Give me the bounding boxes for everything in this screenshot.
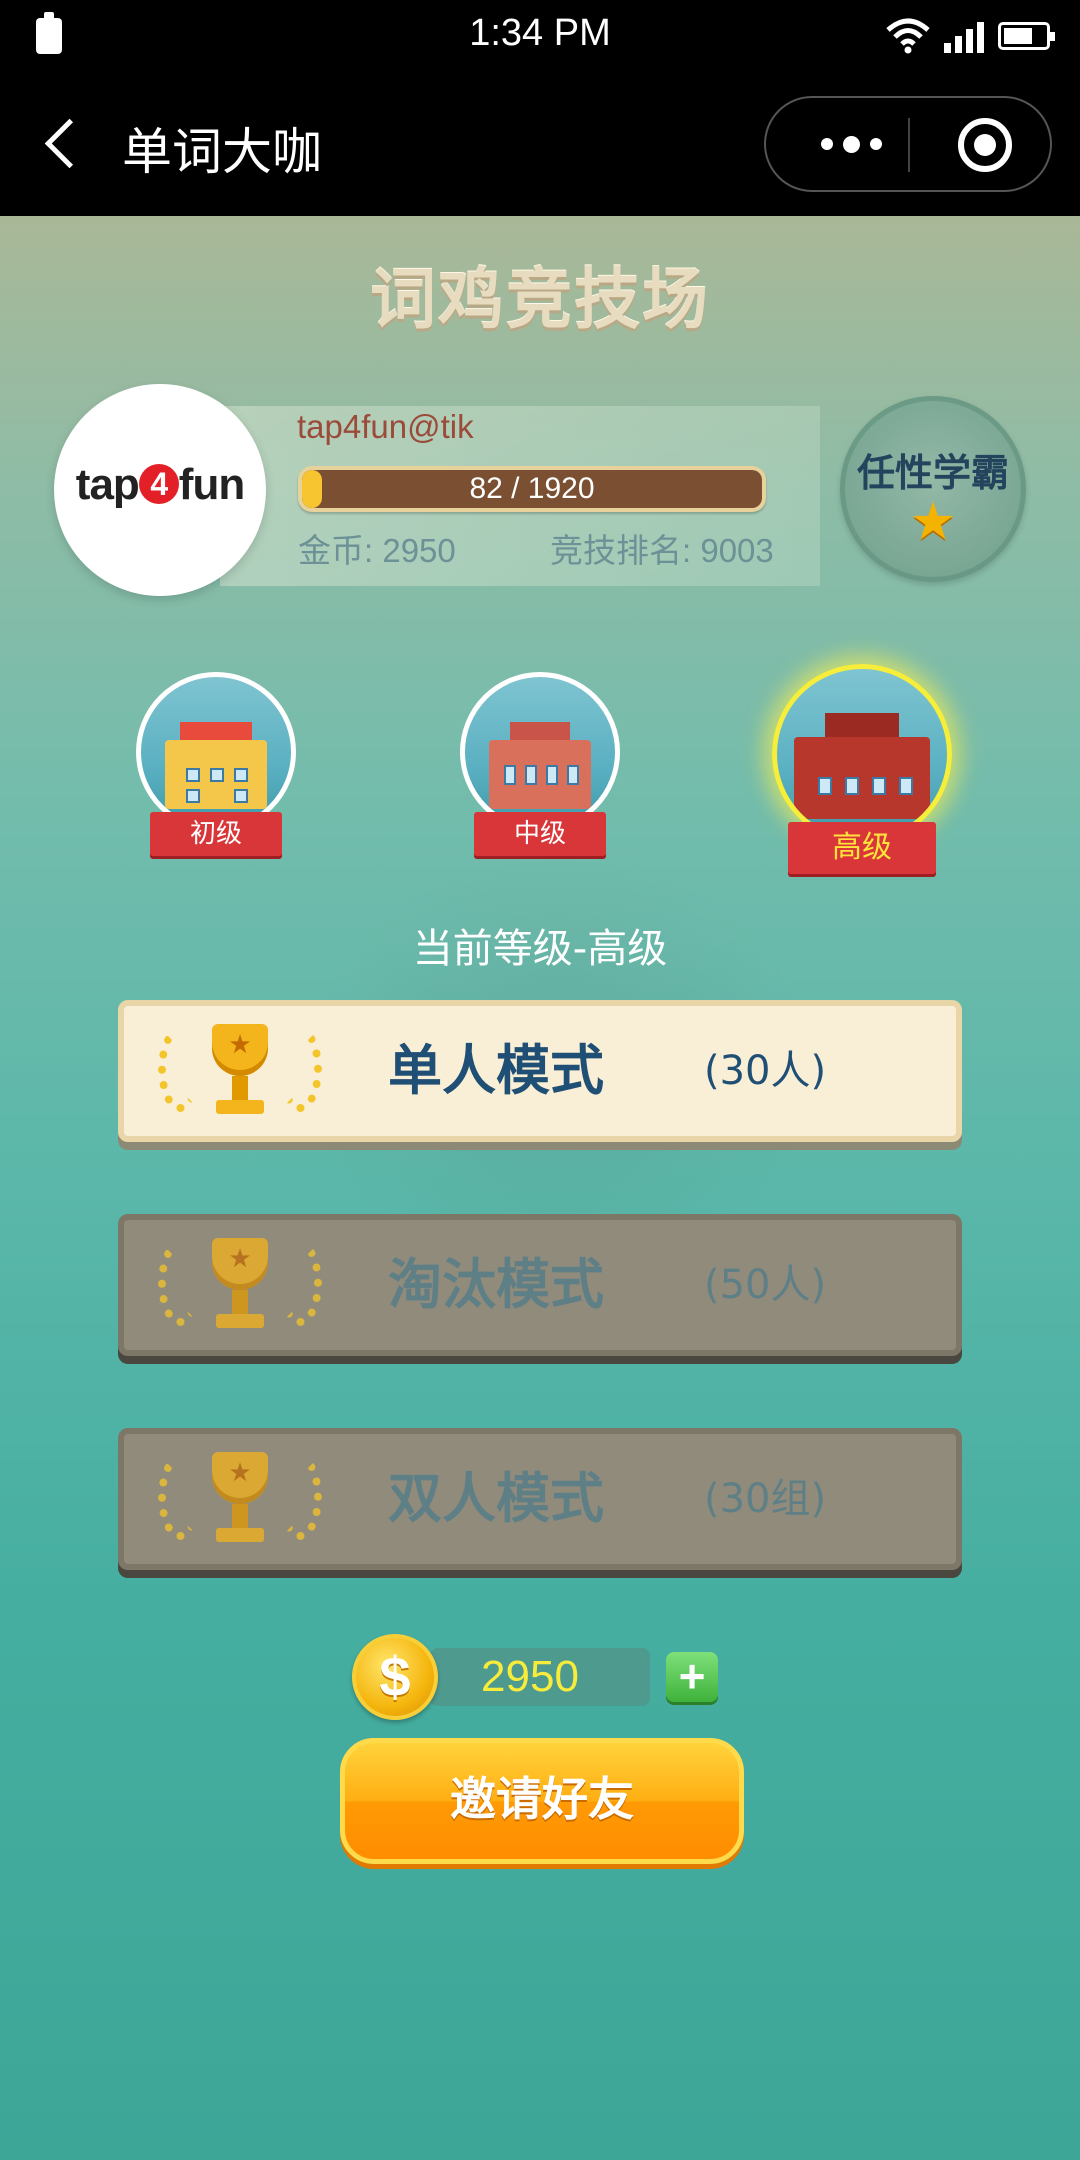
add-coins-button[interactable]: +	[666, 1652, 718, 1702]
mode-name: 双人模式	[388, 1467, 604, 1530]
close-miniprogram-icon[interactable]	[958, 118, 1012, 172]
level-label-advanced: 高级	[788, 822, 936, 874]
level-label-beginner: 初级	[150, 812, 282, 856]
coins-stat: 金币: 2950	[298, 532, 456, 569]
profile-stats: 金币: 2950 竞技排名: 9003	[298, 524, 818, 572]
xp-progress-text: 82 / 1920	[469, 472, 595, 505]
invite-friends-button[interactable]: 邀请好友	[340, 1738, 744, 1864]
elimination-mode-button[interactable]: 淘汰模式 (50人)	[118, 1214, 962, 1356]
nav-title: 单词大咖	[122, 123, 322, 181]
xp-progress-bar: 82 / 1920	[298, 466, 766, 512]
game-screen: 词鸡竞技场 tap 4 fun tap4fun@tik 82 / 1920 金币: …	[0, 216, 1080, 2160]
level-beginner[interactable]: 初级	[132, 672, 300, 872]
level-label-intermediate: 中级	[474, 812, 606, 856]
miniprogram-capsule	[764, 96, 1052, 192]
avatar-logo: tap 4 fun	[75, 460, 245, 509]
mode-count: (50人)	[704, 1262, 827, 1308]
current-level-text: 当前等级-高级	[412, 926, 668, 972]
coin-icon: $	[352, 1634, 438, 1720]
status-icons	[886, 16, 1055, 56]
rank-stat: 竞技排名: 9003	[550, 532, 774, 569]
capsule-divider	[908, 118, 910, 172]
username: tap4fun@tik	[297, 408, 474, 445]
mode-name: 淘汰模式	[388, 1253, 604, 1316]
mode-count: (30人)	[704, 1048, 827, 1094]
coin-balance: 2950	[481, 1652, 579, 1701]
signal-icon	[944, 19, 984, 53]
badge-label: 任性学霸	[856, 451, 1009, 495]
wifi-icon	[886, 18, 930, 54]
trophy-icon	[154, 1444, 324, 1554]
arena-title: 词鸡竞技场	[370, 261, 710, 338]
star-icon: ★	[909, 492, 957, 552]
trophy-icon	[154, 1230, 324, 1340]
level-intermediate[interactable]: 中级	[456, 672, 624, 872]
more-options-icon[interactable]	[806, 98, 896, 190]
battery-icon	[998, 22, 1055, 50]
level-advanced[interactable]: 高级	[762, 664, 962, 894]
mode-name: 单人模式	[388, 1039, 604, 1102]
single-mode-button[interactable]: 单人模式 (30人)	[118, 1000, 962, 1142]
nav-bar: 单词大咖	[0, 72, 1080, 216]
trophy-icon	[154, 1016, 324, 1126]
mode-count: (30组)	[704, 1476, 827, 1522]
back-arrow-icon[interactable]	[40, 118, 86, 170]
status-bar: 1:34 PM	[0, 0, 1080, 72]
avatar[interactable]: tap 4 fun	[54, 384, 266, 596]
duo-mode-button[interactable]: 双人模式 (30组)	[118, 1428, 962, 1570]
title-badge[interactable]: 任性学霸 ★	[840, 396, 1026, 582]
